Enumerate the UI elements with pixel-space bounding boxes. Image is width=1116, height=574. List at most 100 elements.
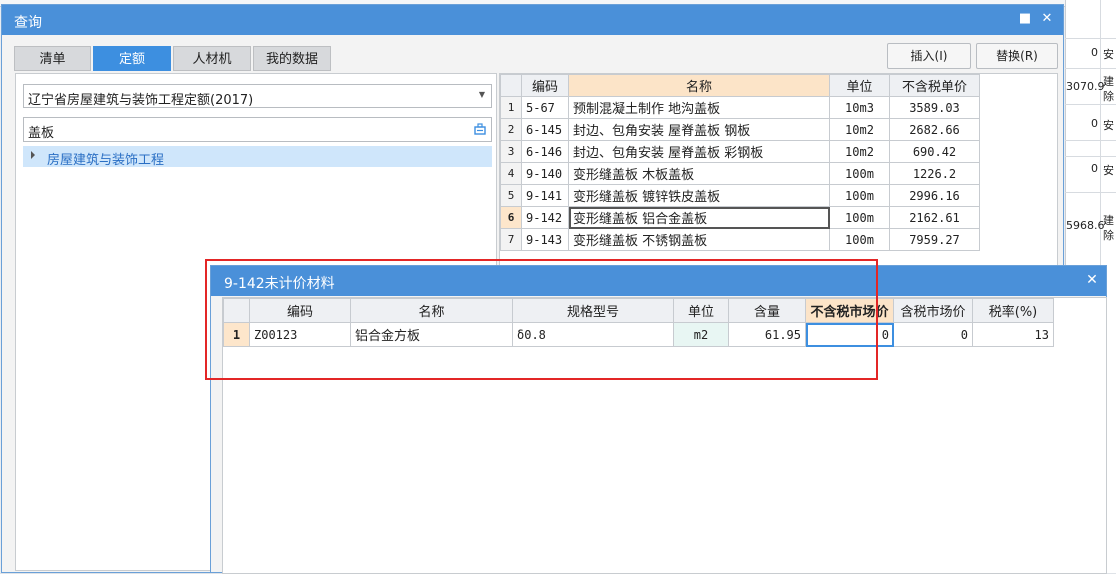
row-number[interactable]: 2 xyxy=(500,118,522,141)
tree-item-building-decoration[interactable]: 房屋建筑与装饰工程 xyxy=(23,146,492,168)
quota-header-row: 编码 名称 单位 不含税单价 xyxy=(500,74,980,97)
column-header-name[interactable]: 名称 xyxy=(568,74,830,97)
row-number[interactable]: 4 xyxy=(500,162,522,185)
material-header-row: 编码 名称 规格型号 单位 含量 不含税市场价 含税市场价 税率(%) xyxy=(223,298,1054,323)
quota-code-cell[interactable]: 5-67 xyxy=(521,96,569,119)
column-header-price-excl-tax[interactable]: 不含税市场价 xyxy=(805,298,894,323)
tab-my-data[interactable]: 我的数据 xyxy=(253,46,331,71)
bg-cell: 0 xyxy=(1091,162,1098,175)
quota-unit-cell[interactable]: 10m2 xyxy=(829,140,890,163)
quota-price-cell[interactable]: 2996.16 xyxy=(889,184,980,207)
bg-cell: 3070.9 xyxy=(1066,80,1105,93)
row-number[interactable]: 3 xyxy=(500,140,522,163)
quota-price-cell[interactable]: 2162.61 xyxy=(889,206,980,229)
tab-bill[interactable]: 清单 xyxy=(14,46,91,71)
close-icon[interactable]: ✕ xyxy=(1039,11,1055,27)
material-grid: 编码 名称 规格型号 单位 含量 不含税市场价 含税市场价 税率(%) 1 Z0… xyxy=(222,297,1107,574)
bg-cell: 除 xyxy=(1103,90,1114,103)
table-row[interactable]: 2 6-145 封边、包角安装 屋脊盖板 钢板 10m2 2682.66 xyxy=(500,118,980,141)
table-row[interactable]: 6 9-142 变形缝盖板 铝合金盖板 100m 2162.61 xyxy=(500,206,980,229)
tax-rate-cell[interactable]: 13 xyxy=(972,322,1054,347)
quota-unit-cell[interactable]: 100m xyxy=(829,162,890,185)
column-header-price-incl-tax[interactable]: 含税市场价 xyxy=(893,298,973,323)
quota-code-cell[interactable]: 9-143 xyxy=(521,228,569,251)
column-header-rownum xyxy=(500,74,522,97)
grid-line xyxy=(1065,104,1116,105)
quota-name-cell[interactable]: 变形缝盖板 镀锌铁皮盖板 xyxy=(568,184,830,207)
close-icon[interactable]: ✕ xyxy=(1084,272,1100,288)
query-dialog-titlebar[interactable]: 查询 ■ ✕ xyxy=(2,5,1063,35)
quota-library-select[interactable]: 辽宁省房屋建筑与装饰工程定额(2017) ▼ xyxy=(23,84,492,108)
material-spec-cell[interactable]: δ0.8 xyxy=(512,322,674,347)
table-row[interactable]: 4 9-140 变形缝盖板 木板盖板 100m 1226.2 xyxy=(500,162,980,185)
quota-price-cell[interactable]: 3589.03 xyxy=(889,96,980,119)
expand-arrow-icon[interactable] xyxy=(31,151,35,159)
quota-unit-cell[interactable]: 10m3 xyxy=(829,96,890,119)
quota-name-cell[interactable]: 变形缝盖板 铝合金盖板 xyxy=(568,206,830,229)
quota-name-cell[interactable]: 封边、包角安装 屋脊盖板 彩钢板 xyxy=(568,140,830,163)
quota-price-cell[interactable]: 690.42 xyxy=(889,140,980,163)
column-header-price[interactable]: 不含税单价 xyxy=(889,74,980,97)
column-header-name[interactable]: 名称 xyxy=(350,298,513,323)
row-number[interactable]: 1 xyxy=(223,322,250,347)
table-row[interactable]: 3 6-146 封边、包角安装 屋脊盖板 彩钢板 10m2 690.42 xyxy=(500,140,980,163)
quota-name-cell[interactable]: 预制混凝土制作 地沟盖板 xyxy=(568,96,830,119)
quota-code-cell[interactable]: 6-145 xyxy=(521,118,569,141)
column-header-unit[interactable]: 单位 xyxy=(673,298,729,323)
quota-code-cell[interactable]: 6-146 xyxy=(521,140,569,163)
tab-quota[interactable]: 定额 xyxy=(93,46,171,71)
bg-cell: 0 xyxy=(1091,117,1098,130)
quota-unit-cell[interactable]: 100m xyxy=(829,206,890,229)
insert-button[interactable]: 插入(I) xyxy=(887,43,971,69)
column-header-unit[interactable]: 单位 xyxy=(829,74,890,97)
quota-table: 编码 名称 单位 不含税单价 1 5-67 预制混凝土制作 地沟盖板 10m3 3589… xyxy=(500,74,980,251)
price-excl-tax-input[interactable]: 0 xyxy=(805,322,894,347)
grid-line xyxy=(1065,156,1116,157)
row-number[interactable]: 7 xyxy=(500,228,522,251)
search-value: 盖板 xyxy=(28,126,55,141)
unpriced-material-titlebar[interactable]: 9-142未计价材料 ✕ xyxy=(211,266,1106,296)
quota-price-cell[interactable]: 1226.2 xyxy=(889,162,980,185)
price-incl-tax-cell[interactable]: 0 xyxy=(893,322,973,347)
column-header-code[interactable]: 编码 xyxy=(249,298,351,323)
search-input[interactable]: 盖板 xyxy=(23,117,492,142)
quota-name-cell[interactable]: 变形缝盖板 木板盖板 xyxy=(568,162,830,185)
column-header-code[interactable]: 编码 xyxy=(521,74,569,97)
material-unit-cell[interactable]: m2 xyxy=(673,322,729,347)
quota-unit-cell[interactable]: 10m2 xyxy=(829,118,890,141)
tab-labor-material-machine[interactable]: 人材机 xyxy=(173,46,251,71)
bg-cell: 安 xyxy=(1103,119,1114,132)
column-header-tax-rate[interactable]: 税率(%) xyxy=(972,298,1054,323)
quota-name-cell[interactable]: 变形缝盖板 不锈钢盖板 xyxy=(568,228,830,251)
column-header-quantity[interactable]: 含量 xyxy=(728,298,806,323)
material-name-cell[interactable]: 铝合金方板 xyxy=(350,322,513,347)
quota-name-cell[interactable]: 封边、包角安装 屋脊盖板 钢板 xyxy=(568,118,830,141)
replace-button[interactable]: 替换(R) xyxy=(976,43,1058,69)
quota-code-cell[interactable]: 9-141 xyxy=(521,184,569,207)
quota-unit-cell[interactable]: 100m xyxy=(829,228,890,251)
quota-price-cell[interactable]: 7959.27 xyxy=(889,228,980,251)
tree-item-label: 房屋建筑与装饰工程 xyxy=(47,153,165,168)
material-code-cell[interactable]: Z00123 xyxy=(249,322,351,347)
column-header-spec[interactable]: 规格型号 xyxy=(512,298,674,323)
row-number[interactable]: 1 xyxy=(500,96,522,119)
grid-line xyxy=(1065,192,1116,193)
quota-price-cell[interactable]: 2682.66 xyxy=(889,118,980,141)
unpriced-material-dialog: 9-142未计价材料 ✕ 编码 名称 规格型号 单位 含量 不含税市场价 含税市… xyxy=(210,265,1107,574)
quota-unit-cell[interactable]: 100m xyxy=(829,184,890,207)
table-row[interactable]: 1 5-67 预制混凝土制作 地沟盖板 10m3 3589.03 xyxy=(500,96,980,119)
unpriced-material-title: 9-142未计价材料 xyxy=(224,276,335,292)
grid-line xyxy=(1065,140,1116,141)
table-row[interactable]: 5 9-141 变形缝盖板 镀锌铁皮盖板 100m 2996.16 xyxy=(500,184,980,207)
bg-cell: 建 xyxy=(1103,75,1114,88)
quota-code-cell[interactable]: 9-140 xyxy=(521,162,569,185)
search-filter-icon[interactable] xyxy=(473,122,487,136)
row-number[interactable]: 6 xyxy=(500,206,522,229)
quota-code-cell[interactable]: 9-142 xyxy=(521,206,569,229)
table-row[interactable]: 1 Z00123 铝合金方板 δ0.8 m2 61.95 0 0 13 xyxy=(223,322,1054,347)
material-quantity-cell[interactable]: 61.95 xyxy=(728,322,806,347)
maximize-icon[interactable]: ■ xyxy=(1017,11,1033,27)
row-number[interactable]: 5 xyxy=(500,184,522,207)
material-table: 编码 名称 规格型号 单位 含量 不含税市场价 含税市场价 税率(%) 1 Z0… xyxy=(223,298,1054,347)
table-row[interactable]: 7 9-143 变形缝盖板 不锈钢盖板 100m 7959.27 xyxy=(500,228,980,251)
